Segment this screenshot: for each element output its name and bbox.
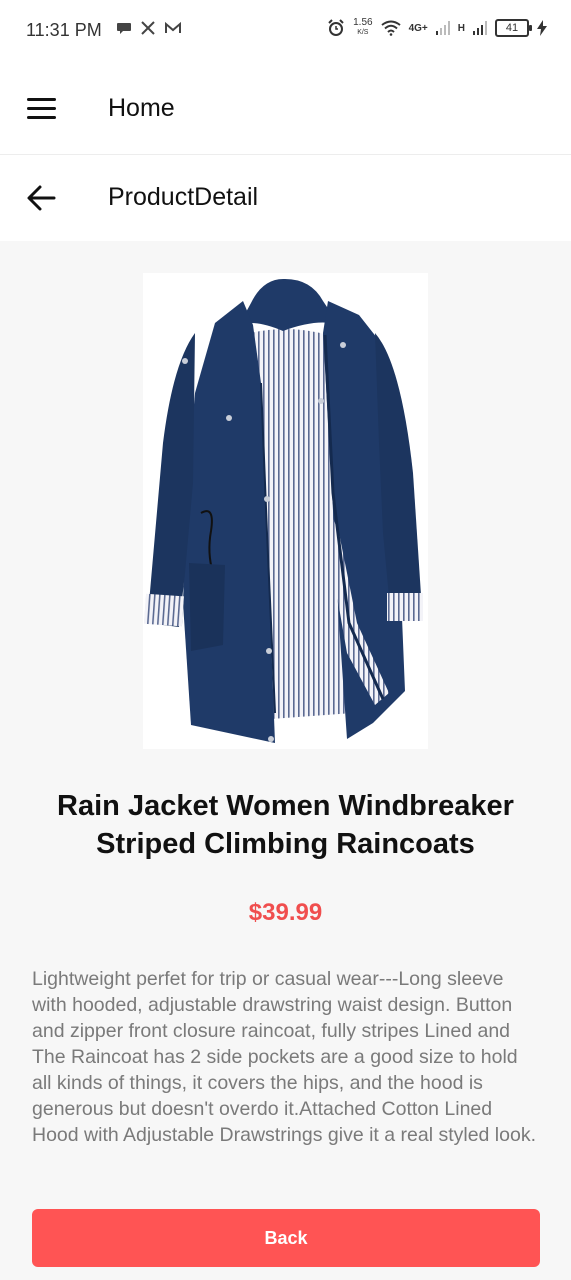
- chat-bubble-icon: [117, 23, 131, 34]
- back-arrow-icon[interactable]: [26, 183, 56, 213]
- network-speed: 1.56 K/S: [353, 18, 372, 38]
- signal-bars-icon-2: [473, 21, 487, 35]
- sub-header: ProductDetail: [0, 155, 571, 241]
- hamburger-menu-icon[interactable]: [27, 98, 56, 120]
- status-notification-icons: [116, 20, 182, 36]
- page-title: Home: [108, 94, 175, 122]
- mail-icon: [165, 21, 181, 33]
- product-detail-content: Rain Jacket Women Windbreaker Striped Cl…: [0, 241, 571, 1280]
- network-type-4g: 4G+: [408, 22, 428, 34]
- back-button[interactable]: Back: [32, 1209, 540, 1267]
- battery-indicator: 41: [495, 19, 532, 37]
- signal-bars-icon: [435, 21, 450, 35]
- product-image: [143, 273, 428, 749]
- product-title: Rain Jacket Women Windbreaker Striped Cl…: [57, 790, 514, 860]
- network-type-h: H: [457, 22, 465, 34]
- charging-bolt-icon: [537, 20, 547, 36]
- product-price: $39.99: [248, 899, 323, 926]
- speed-unit: K/S: [357, 29, 369, 36]
- status-time: 11:31 PM: [26, 20, 102, 40]
- top-app-bar: Home: [0, 64, 571, 155]
- product-description: Lightweight perfet for trip or casual we…: [32, 968, 536, 1146]
- screen-title: ProductDetail: [108, 183, 259, 211]
- status-system-icons: 1.56 K/S 4G+ H 41: [327, 18, 547, 38]
- alarm-icon: [328, 19, 344, 36]
- x-logo-icon: [141, 21, 155, 35]
- speed-value: 1.56: [353, 17, 373, 28]
- wifi-icon: [380, 20, 401, 36]
- status-bar: 11:31 PM 1.56 K/S 4G+ H 41: [0, 0, 571, 64]
- jacket-illustration: [143, 278, 423, 743]
